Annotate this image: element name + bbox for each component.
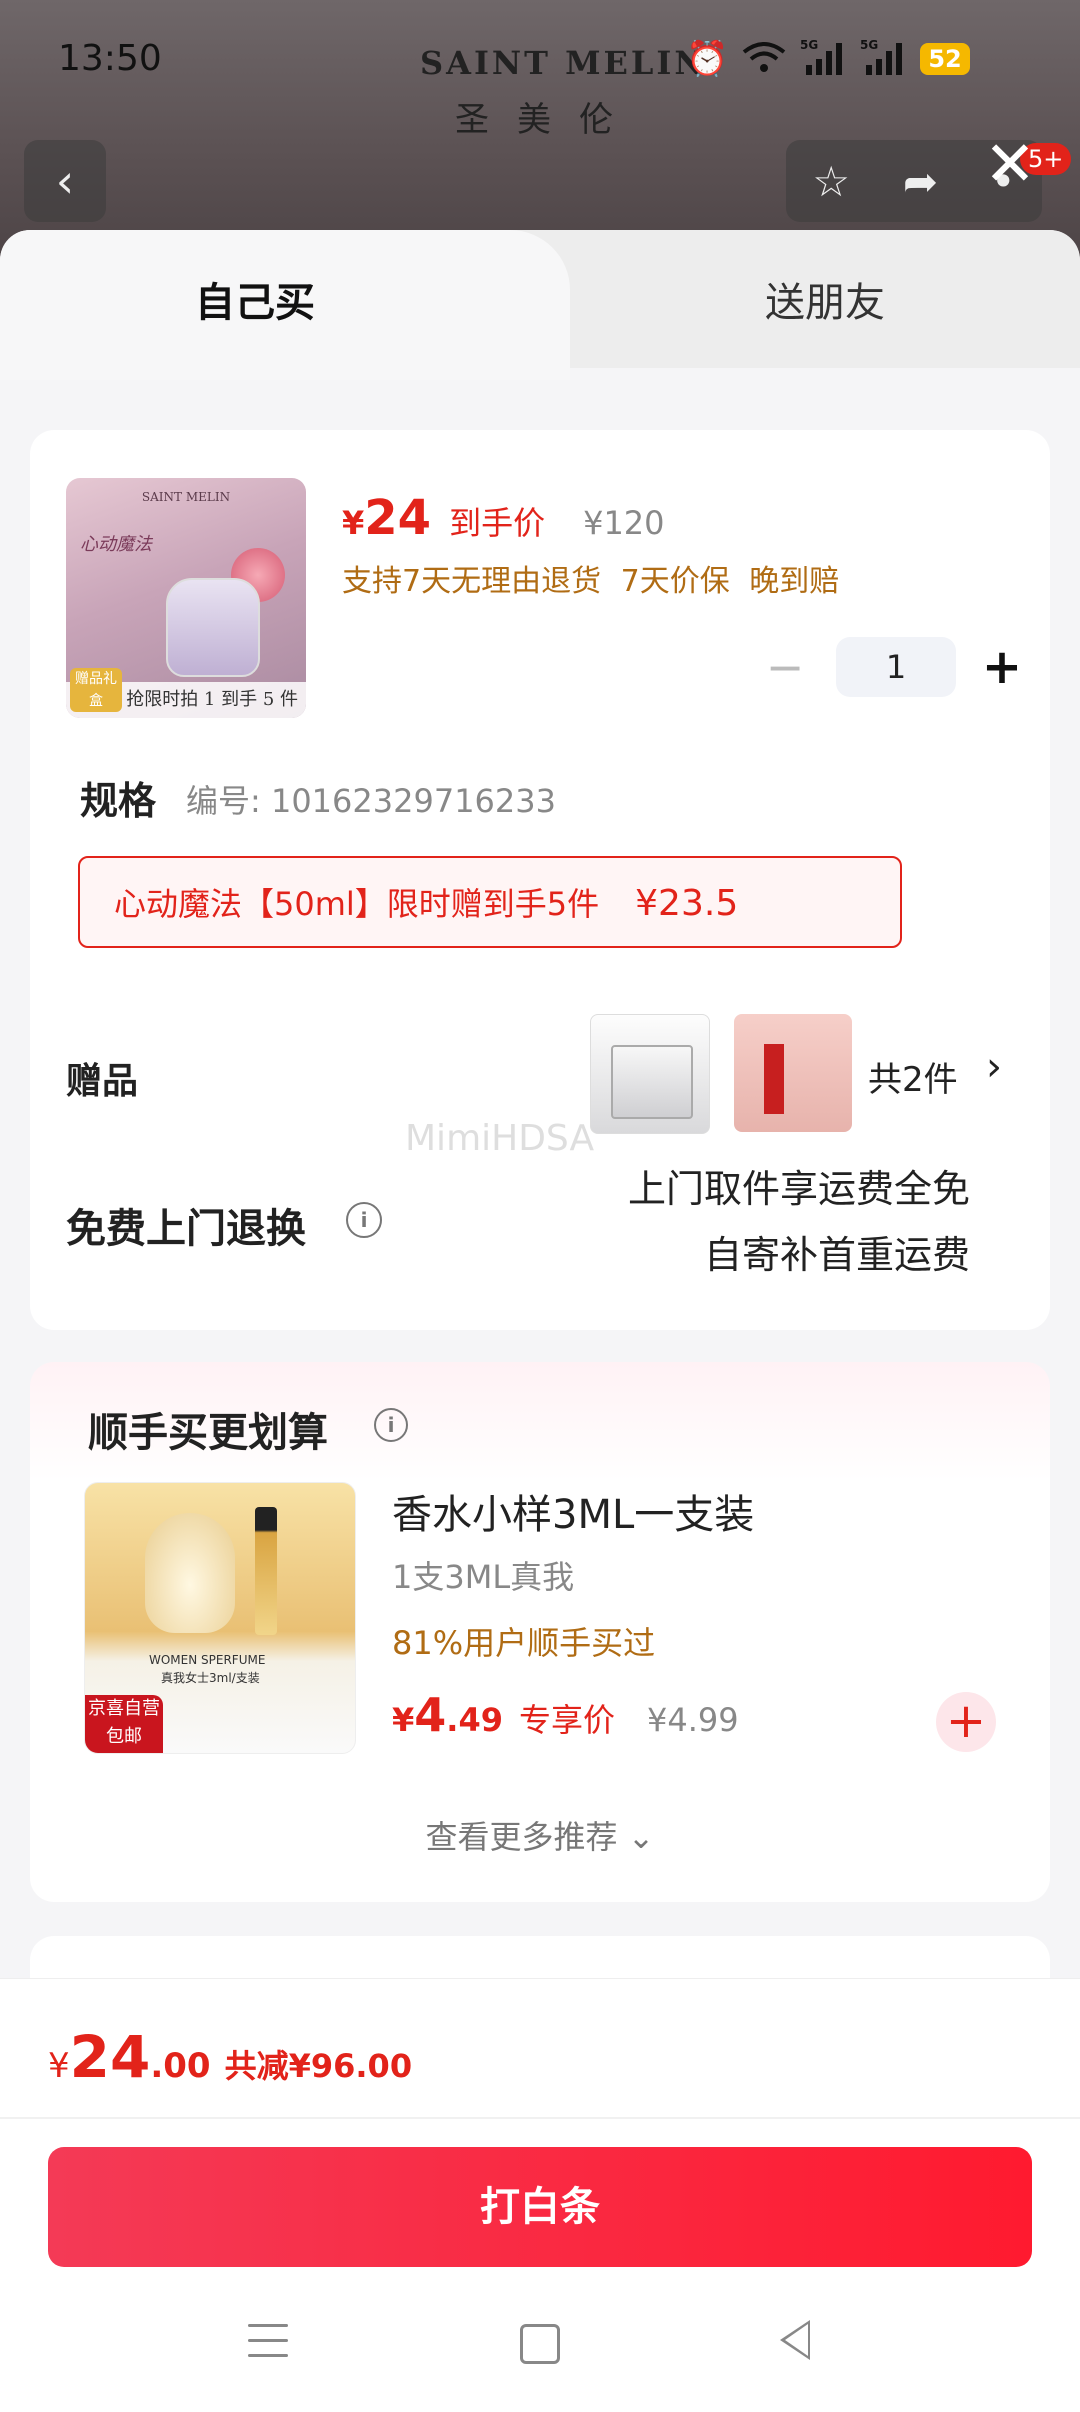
- tab-gift-friend-label[interactable]: 送朋友: [570, 270, 1080, 328]
- return-service-line2: 自寄补首重运费: [703, 1233, 970, 1277]
- pay-baitiao-button[interactable]: 打白条: [48, 2147, 1032, 2267]
- alarm-icon: ⏰: [686, 39, 729, 79]
- back-button[interactable]: ‹: [24, 140, 106, 222]
- total-price-int: 24: [69, 2023, 151, 2091]
- gift-label: 赠品: [66, 1061, 139, 1102]
- product-card: SAINT MELIN 心动魔法 抢限时拍 1 到手 5 件 赠品礼盒 ¥24 …: [30, 430, 1050, 1330]
- system-nav-bar: [0, 2282, 1080, 2412]
- decrease-button[interactable]: −: [750, 640, 820, 694]
- sample-vial-graphic: [255, 1507, 277, 1635]
- price-line: ¥24 到手价 ¥120: [342, 490, 665, 546]
- currency-symbol: ¥: [342, 504, 365, 542]
- recommend-price-dec: .49: [446, 1701, 503, 1739]
- svg-text:5G: 5G: [860, 38, 878, 52]
- gift-sample-image[interactable]: [734, 1014, 852, 1132]
- currency-symbol: ¥: [392, 1701, 415, 1739]
- recommend-item-social-proof: 81%用户顺手买过: [392, 1624, 656, 1662]
- final-price: ¥24: [342, 490, 431, 546]
- recommend-title: 顺手买更划算: [88, 1410, 328, 1456]
- more-recommendations-link[interactable]: 查看更多推荐 ⌄: [30, 1812, 1050, 1858]
- quantity-input[interactable]: 1: [836, 637, 956, 697]
- 5g-signal-icon: 5G: [800, 37, 846, 81]
- purchase-sheet: 自己买 送朋友 SAINT MELIN 心动魔法 抢限时拍 1 到手 5 件 赠…: [0, 230, 1080, 2412]
- recommend-price-int: 4: [414, 1688, 447, 1742]
- info-icon[interactable]: i: [374, 1408, 408, 1442]
- battery-icon: 52: [920, 43, 970, 75]
- total-savings: 共减¥96.00: [224, 2047, 413, 2085]
- spec-title: 规格: [80, 779, 157, 823]
- spec-option-label: 心动魔法【50ml】限时赠到手5件: [114, 885, 600, 923]
- add-recommend-button[interactable]: +: [936, 1692, 996, 1752]
- tab-bar: 自己买 送朋友: [0, 230, 1080, 380]
- 5g-signal-icon: 5G: [860, 37, 906, 81]
- return-service-line1: 上门取件享运费全免: [627, 1167, 970, 1211]
- chevron-right-icon[interactable]: ›: [986, 1044, 1002, 1090]
- total-price-line: ¥ 24 .00 共减¥96.00: [48, 2023, 412, 2091]
- watermark: MimiHDSA: [405, 1118, 595, 1159]
- quantity-stepper: − 1 +: [750, 636, 1032, 698]
- currency-symbol: ¥: [48, 2046, 70, 2086]
- home-icon[interactable]: [520, 2324, 560, 2364]
- info-icon[interactable]: i: [346, 1202, 382, 1238]
- divider: [0, 2117, 1080, 2119]
- product-image-brand: SAINT MELIN: [141, 490, 231, 504]
- chevron-left-icon: ‹: [55, 154, 75, 208]
- back-triangle-inner: [785, 2324, 808, 2356]
- total-price-dec: .00: [150, 2046, 211, 2086]
- recommend-item-name[interactable]: 香水小样3ML一支装: [392, 1482, 754, 1540]
- original-price: ¥120: [583, 504, 665, 542]
- recommend-price-line: ¥4.49 专享价 ¥4.99: [392, 1688, 739, 1742]
- final-price-value: 24: [364, 490, 432, 546]
- close-icon[interactable]: ✕: [975, 127, 1045, 200]
- tab-buy-self-label[interactable]: 自己买: [0, 270, 510, 328]
- product-image-title: 心动魔法: [80, 534, 152, 555]
- recommend-item-price: ¥4.49: [392, 1688, 503, 1742]
- wifi-icon: [742, 40, 786, 78]
- recommend-image-subtext: 真我女士3ml/支装: [161, 1671, 260, 1685]
- increase-button[interactable]: +: [972, 639, 1032, 695]
- spec-code: 编号: 10162329716233: [186, 782, 556, 820]
- perfume-bottle-graphic: [166, 578, 260, 677]
- recommend-original-price: ¥4.99: [646, 1701, 739, 1739]
- recommend-image-text: WOMEN SPERFUME: [149, 1653, 266, 1667]
- final-price-label: 到手价: [449, 504, 546, 542]
- recommend-price-label: 专享价: [518, 1701, 615, 1739]
- status-time: 13:50: [58, 38, 162, 79]
- perfume-bottle-graphic: [145, 1513, 235, 1633]
- product-image[interactable]: SAINT MELIN 心动魔法 抢限时拍 1 到手 5 件 赠品礼盒: [66, 478, 306, 718]
- brand-name-en: SAINT MELIN: [420, 44, 707, 82]
- recommend-item-spec: 1支3ML真我: [392, 1558, 575, 1596]
- spec-option-selected[interactable]: 心动魔法【50ml】限时赠到手5件 ¥23.5: [78, 856, 902, 948]
- return-service-label: 免费上门退换: [66, 1206, 306, 1252]
- svg-text:5G: 5G: [800, 38, 818, 52]
- recommend-item-image[interactable]: WOMEN SPERFUME 真我女士3ml/支装 京喜自营 包邮: [84, 1482, 356, 1754]
- product-image-tag: 赠品礼盒: [70, 668, 122, 712]
- recommend-card: 顺手买更划算 i WOMEN SPERFUME 真我女士3ml/支装 京喜自营 …: [30, 1362, 1050, 1902]
- service-guarantees: 支持7天无理由退货 7天价保 晚到赔: [342, 564, 840, 599]
- gift-count[interactable]: 共2件: [868, 1052, 958, 1101]
- recommend-image-tag: 京喜自营 包邮: [85, 1695, 163, 1753]
- menu-icon[interactable]: [248, 2324, 288, 2360]
- brand-name-zh: 圣美伦: [455, 100, 641, 140]
- gift-bag-image[interactable]: [590, 1014, 710, 1134]
- star-icon[interactable]: ☆: [812, 157, 850, 206]
- status-icons: ⏰ 5G 5G 52: [686, 38, 970, 80]
- share-icon[interactable]: ➦: [903, 157, 938, 206]
- spec-option-price: ¥23.5: [635, 883, 739, 924]
